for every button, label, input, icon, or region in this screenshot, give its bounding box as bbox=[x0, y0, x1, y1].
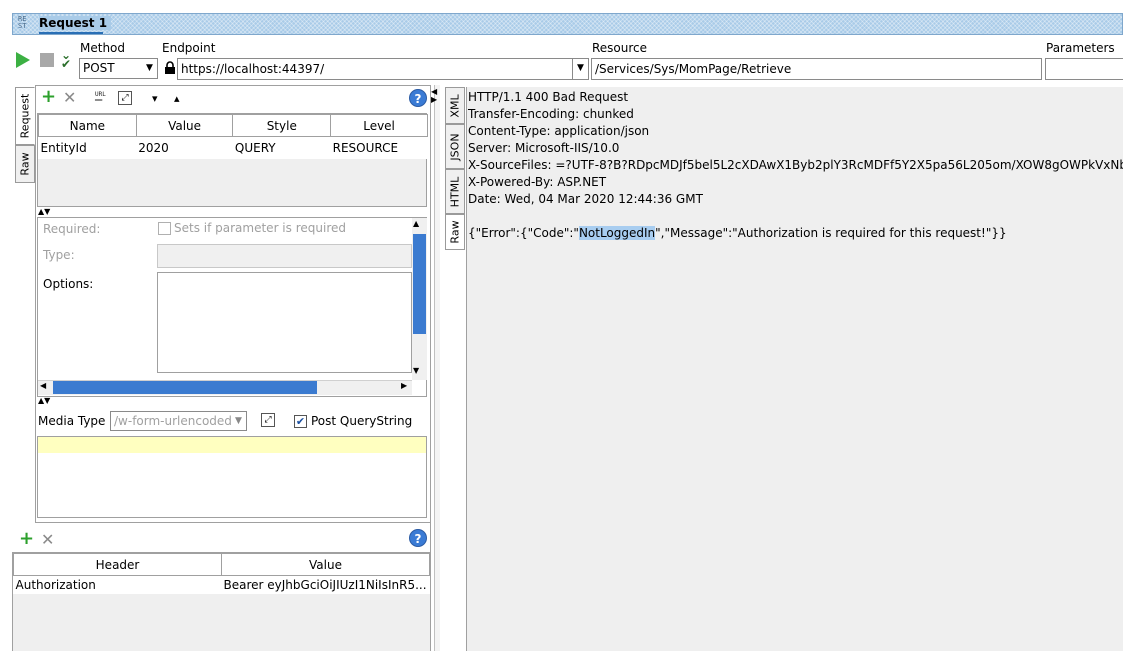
add-header-icon[interactable]: + bbox=[19, 528, 34, 549]
header-name-cell[interactable]: Authorization bbox=[14, 576, 222, 594]
expand-icon[interactable]: ⤢ bbox=[118, 91, 132, 105]
scroll-left-icon[interactable]: ◀ bbox=[40, 381, 46, 390]
request-title[interactable]: Request 1 bbox=[39, 16, 112, 30]
horizontal-scroll-thumb[interactable] bbox=[53, 381, 317, 394]
parameters-input[interactable] bbox=[1045, 58, 1123, 80]
splitter-handle[interactable]: ▲▼ bbox=[38, 207, 50, 216]
tab-html[interactable]: HTML bbox=[445, 169, 465, 214]
tab-json[interactable]: JSON bbox=[445, 124, 465, 169]
column-header-level[interactable]: Level bbox=[330, 114, 428, 137]
method-select[interactable]: POST ▼ bbox=[79, 58, 158, 79]
delete-header-icon[interactable]: ✕ bbox=[41, 530, 54, 549]
headers-table: Header Value Authorization Bearer eyJhbG… bbox=[12, 553, 430, 594]
resource-value: /Services/Sys/MomPage/Retrieve bbox=[595, 62, 792, 76]
response-body-prefix: {"Error":{"Code":" bbox=[468, 226, 579, 240]
rest-icon: RE ST bbox=[18, 15, 27, 30]
required-checkbox-label: Sets if parameter is required bbox=[174, 221, 346, 235]
param-name-cell[interactable]: EntityId bbox=[39, 137, 137, 159]
url-extract-icon[interactable]: URL ══ bbox=[95, 92, 111, 104]
stop-icon[interactable] bbox=[40, 53, 54, 67]
params-table-area: Name Value Style Level EntityId 2020 QUE… bbox=[37, 113, 428, 207]
column-header-value[interactable]: Value bbox=[135, 114, 234, 137]
collapse-arrows-icon[interactable]: ◀ ▶ bbox=[431, 88, 437, 104]
tab-xml-label: XML bbox=[448, 93, 462, 118]
tab-xml[interactable]: XML bbox=[445, 87, 465, 124]
table-row[interactable]: EntityId 2020 QUERY RESOURCE bbox=[39, 137, 428, 159]
play-icon[interactable] bbox=[16, 52, 30, 68]
response-line: HTTP/1.1 400 Bad Request bbox=[468, 90, 629, 104]
table-row[interactable]: Authorization Bearer eyJhbGciOiJIUzI1NiI… bbox=[14, 576, 430, 594]
endpoint-input[interactable]: https://localhost:44397/ bbox=[177, 58, 589, 80]
scroll-down-icon[interactable]: ▼ bbox=[413, 366, 419, 375]
panel-splitter[interactable] bbox=[434, 85, 440, 651]
current-line-highlight bbox=[38, 437, 426, 453]
parameters-label: Parameters bbox=[1046, 41, 1115, 55]
delete-icon[interactable]: ✕ bbox=[63, 90, 76, 106]
method-label: Method bbox=[80, 41, 126, 55]
column-header-style[interactable]: Style bbox=[232, 114, 332, 137]
resource-input[interactable]: /Services/Sys/MomPage/Retrieve bbox=[591, 58, 1042, 80]
media-type-select[interactable]: /w-form-urlencoded ▼ bbox=[110, 411, 247, 431]
column-header-header[interactable]: Header bbox=[12, 553, 223, 576]
params-table: Name Value Style Level EntityId 2020 QUE… bbox=[38, 114, 428, 159]
chevron-down-icon: ▼ bbox=[235, 416, 242, 426]
move-up-icon[interactable]: ▴ bbox=[174, 92, 180, 105]
post-querystring-label: Post QueryString bbox=[311, 414, 413, 428]
splitter-handle-2[interactable]: ▲▼ bbox=[38, 396, 50, 405]
help-icon[interactable]: ? bbox=[409, 529, 427, 547]
type-label: Type: bbox=[43, 248, 75, 262]
media-type-value: /w-form-urlencoded bbox=[114, 414, 232, 428]
param-style-cell[interactable]: QUERY bbox=[233, 137, 331, 159]
response-body: {"Error":{"Code":"NotLoggedIn","Message"… bbox=[468, 226, 1007, 240]
param-value-cell[interactable]: 2020 bbox=[136, 137, 233, 159]
download-icon[interactable]: ⌄ ✔ bbox=[61, 49, 75, 70]
required-label: Required: bbox=[43, 222, 101, 236]
title-underline bbox=[39, 32, 103, 34]
tab-html-label: HTML bbox=[448, 176, 462, 207]
tab-raw-response-label: Raw bbox=[448, 220, 462, 244]
expand-icon[interactable]: ⤢ bbox=[261, 413, 275, 427]
scroll-up-icon[interactable]: ▲ bbox=[413, 219, 419, 228]
resource-label: Resource bbox=[592, 41, 648, 55]
endpoint-value: https://localhost:44397/ bbox=[181, 62, 325, 76]
tab-raw-label: Raw bbox=[18, 152, 32, 176]
vertical-scroll-thumb[interactable] bbox=[413, 234, 426, 334]
title-bar bbox=[12, 13, 1123, 35]
tab-raw-response[interactable]: Raw bbox=[445, 214, 465, 250]
response-line: Date: Wed, 04 Mar 2020 12:44:36 GMT bbox=[468, 192, 703, 206]
endpoint-label: Endpoint bbox=[162, 41, 216, 55]
param-level-cell[interactable]: RESOURCE bbox=[331, 137, 428, 159]
selected-text[interactable]: NotLoggedIn bbox=[578, 226, 656, 240]
tab-request[interactable]: Request bbox=[15, 87, 35, 145]
column-header-name[interactable]: Name bbox=[38, 114, 137, 137]
header-value-cell[interactable]: Bearer eyJhbGciOiJIUzI1NiIsInR5... bbox=[222, 576, 430, 594]
response-line: Content-Type: application/json bbox=[468, 124, 650, 138]
media-type-label: Media Type bbox=[38, 414, 106, 428]
tab-request-label: Request bbox=[18, 93, 32, 139]
lock-icon bbox=[165, 61, 175, 74]
response-line: Transfer-Encoding: chunked bbox=[468, 107, 634, 121]
method-value: POST bbox=[83, 61, 115, 75]
column-header-value[interactable]: Value bbox=[221, 553, 430, 576]
type-field[interactable] bbox=[157, 244, 412, 268]
response-line: X-Powered-By: ASP.NET bbox=[468, 175, 607, 189]
add-icon[interactable]: + bbox=[41, 88, 56, 106]
post-querystring-checkbox[interactable]: ✔ bbox=[294, 415, 307, 428]
response-body-suffix: ","Message":"Authorization is required f… bbox=[655, 226, 1007, 240]
scroll-right-icon[interactable]: ▶ bbox=[401, 381, 407, 390]
chevron-down-icon: ▼ bbox=[146, 63, 153, 73]
required-checkbox[interactable] bbox=[158, 222, 171, 235]
options-label: Options: bbox=[43, 277, 94, 291]
chevron-down-icon: ▼ bbox=[577, 63, 584, 73]
options-textarea[interactable] bbox=[157, 272, 412, 373]
tab-raw[interactable]: Raw bbox=[15, 145, 35, 183]
headers-table-area: Header Value Authorization Bearer eyJhbG… bbox=[12, 552, 431, 651]
help-icon[interactable]: ? bbox=[409, 89, 427, 107]
response-line: Server: Microsoft-IIS/10.0 bbox=[468, 141, 620, 155]
move-down-icon[interactable]: ▾ bbox=[152, 92, 158, 105]
tab-json-label: JSON bbox=[448, 132, 462, 161]
response-line: X-SourceFiles: =?UTF-8?B?RDpcMDJf5bel5L2… bbox=[468, 158, 1123, 172]
endpoint-dropdown[interactable]: ▼ bbox=[572, 58, 589, 80]
